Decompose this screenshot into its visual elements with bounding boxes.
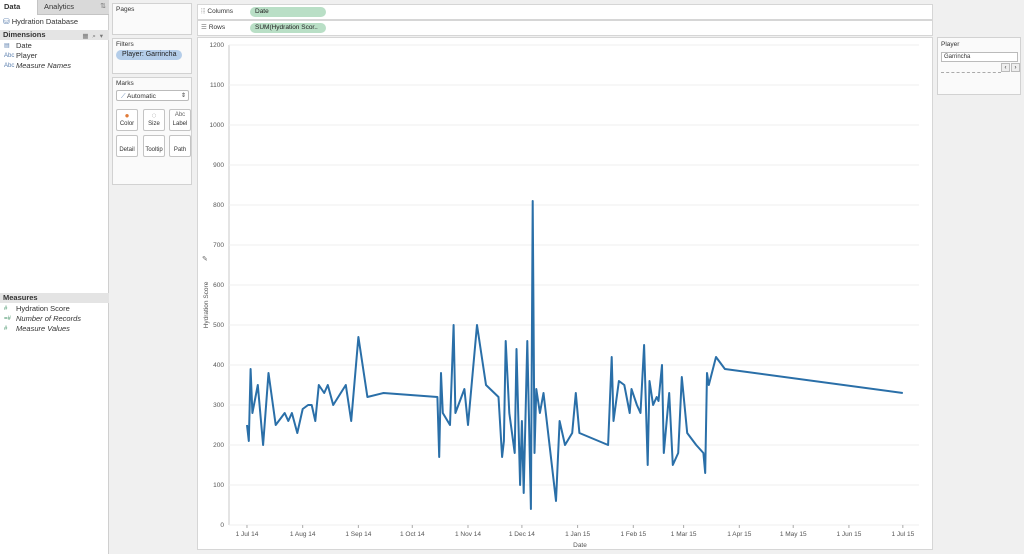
y-tick-label: 300	[213, 402, 224, 409]
color-palette-icon: ●	[124, 111, 130, 120]
x-tick-label: 1 Aug 14	[290, 531, 316, 538]
database-icon: ⛁	[3, 17, 10, 26]
field-number-of-records[interactable]: =# Number of Records	[0, 314, 109, 324]
measure-list: # Hydration Score =# Number of Records # Me…	[0, 304, 109, 334]
field-hydration-score[interactable]: # Hydration Score	[0, 304, 109, 314]
y-tick-label: 400	[213, 362, 224, 369]
pane-menu-icon[interactable]: ⇅	[100, 2, 106, 10]
y-axis-label: Hydration Score	[203, 281, 210, 328]
hash-icon: =#	[4, 316, 11, 322]
columns-pill-date[interactable]: Date	[250, 7, 326, 17]
player-filter-card: Player Garrincha ‹ ›	[937, 37, 1021, 95]
field-player[interactable]: Abc Player	[0, 51, 109, 61]
marks-title: Marks	[116, 80, 134, 87]
rows-pill-hydration[interactable]: SUM(Hydration Scor..	[250, 23, 326, 33]
size-button[interactable]: ◌ Size	[143, 109, 165, 131]
label-icon: Abc	[174, 112, 186, 118]
color-button[interactable]: ● Color	[116, 109, 138, 131]
x-tick-label: 1 Oct 14	[400, 531, 425, 538]
measures-header: Measures	[0, 293, 109, 303]
path-icon	[170, 136, 190, 146]
field-measure-names[interactable]: Abc Measure Names	[0, 61, 109, 71]
tab-data[interactable]: Data	[0, 0, 38, 15]
columns-shelf[interactable]: ⦙⦙⦙ Columns Date	[197, 4, 933, 20]
abc-icon: Abc	[4, 63, 15, 69]
series-line[interactable]	[246, 200, 903, 510]
line-mark-icon: ⟋	[121, 93, 126, 100]
marks-card: Marks ⟋ Automatic ⇕ ● Color ◌ Size Abc Labe…	[112, 77, 192, 185]
hash-icon: #	[4, 326, 8, 332]
filter-pill-player[interactable]: Player: Garrincha	[116, 50, 183, 60]
chart-view[interactable]: 0 100 200 300 400 500 600 700 800 900 1000 1100 1200…	[197, 37, 933, 550]
prev-button[interactable]: ‹	[1001, 63, 1010, 72]
filters-shelf[interactable]: Filters Player: Garrincha	[112, 38, 192, 74]
y-tick-label: 1000	[210, 122, 225, 129]
y-tick-label: 1100	[210, 82, 224, 89]
next-button[interactable]: ›	[1011, 63, 1020, 72]
y-tick-label: 200	[213, 442, 224, 449]
x-axis-label: Date	[573, 542, 587, 549]
x-tick-label: 1 May 15	[780, 531, 807, 538]
size-icon: ◌	[151, 111, 157, 120]
y-tick-label: 800	[213, 202, 224, 209]
mark-type-select[interactable]: ⟋ Automatic ⇕	[116, 90, 189, 101]
y-tick-label: 600	[213, 282, 224, 289]
field-measure-values[interactable]: # Measure Values	[0, 324, 109, 334]
y-tick-label: 500	[213, 322, 224, 329]
abc-icon: Abc	[4, 53, 15, 59]
y-tick-label: 100	[213, 482, 224, 489]
rows-shelf[interactable]: ☰ Rows SUM(Hydration Scor..	[197, 20, 933, 36]
x-tick-label: 1 Jun 15	[836, 531, 861, 538]
shelf-column: Pages Filters Player: Garrincha Marks ⟋ …	[110, 0, 194, 554]
player-filter-value[interactable]: Garrincha	[941, 52, 1018, 62]
datasource-name: Hydration Database	[11, 17, 78, 26]
data-pane-tabbar: Data Analytics ⇅	[0, 0, 109, 15]
x-tick-label: 1 Jul 14	[236, 531, 259, 538]
columns-label-wrap: ⦙⦙⦙ Columns	[201, 5, 233, 19]
rows-label-wrap: ☰ Rows	[201, 21, 225, 35]
y-tick-label: 1200	[210, 42, 225, 49]
x-tick-label: 1 Mar 15	[671, 531, 697, 538]
y-tick-label: 700	[213, 242, 224, 249]
x-tick-label: 1 Sep 14	[345, 531, 371, 538]
player-filter-title: Player	[941, 41, 960, 48]
dimension-tools-icon[interactable]: ▦ ⌕ ▾	[82, 32, 104, 41]
label-button[interactable]: Abc Label	[169, 109, 191, 131]
rows-icon: ☰	[201, 24, 207, 31]
y-tick-label: 0	[220, 522, 224, 529]
datasource-row[interactable]: ⛁ Hydration Database	[3, 17, 78, 26]
detail-button[interactable]: Detail	[116, 135, 138, 157]
detail-icon	[117, 136, 137, 146]
player-slider[interactable]	[941, 66, 1001, 73]
x-tick-label: 1 Jan 15	[565, 531, 590, 538]
x-tick-label: 1 Apr 15	[727, 531, 752, 538]
calendar-icon: ▤	[4, 43, 10, 49]
tooltip-icon	[144, 136, 164, 146]
hash-icon: #	[4, 306, 8, 312]
line-chart: 0 100 200 300 400 500 600 700 800 900 1000 1100 1200…	[202, 42, 919, 549]
pages-shelf[interactable]: Pages	[112, 3, 192, 35]
pages-title: Pages	[116, 6, 135, 13]
filters-title: Filters	[116, 41, 134, 48]
x-tick-label: 1 Dec 14	[509, 531, 535, 538]
tab-analytics[interactable]: Analytics	[40, 0, 90, 14]
x-tick-label: 1 Jul 15	[891, 531, 914, 538]
y-tick-label: 900	[213, 162, 224, 169]
pin-icon[interactable]: ✎	[202, 256, 208, 263]
columns-icon: ⦙⦙⦙	[201, 8, 206, 15]
x-tick-label: 1 Feb 15	[620, 531, 646, 538]
field-date[interactable]: ▤ Date	[0, 41, 109, 51]
chevron-updown-icon: ⇕	[180, 93, 186, 99]
x-tick-label: 1 Nov 14	[455, 531, 481, 538]
data-pane: Data Analytics ⇅ ⛁ Hydration Database Di…	[0, 0, 109, 554]
dimension-list: ▤ Date Abc Player Abc Measure Names	[0, 41, 109, 71]
path-button[interactable]: Path	[169, 135, 191, 157]
tooltip-button[interactable]: Tooltip	[143, 135, 165, 157]
